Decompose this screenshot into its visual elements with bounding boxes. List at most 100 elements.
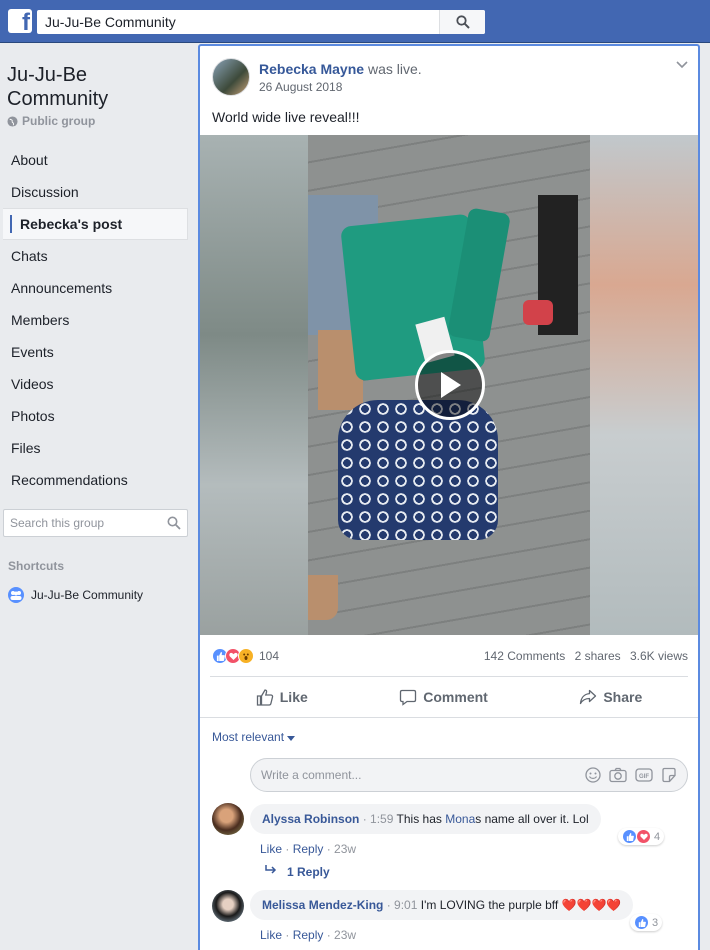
- commenter-name[interactable]: Alyssa Robinson: [262, 812, 359, 826]
- reply-arrow-icon: [265, 865, 277, 874]
- dot-separator: ·: [282, 928, 293, 942]
- comments-section: Most relevant Write a comment... GIF Aly…: [200, 717, 698, 950]
- thumbs-up-icon: [256, 688, 273, 706]
- comment-bubble: Alyssa Robinson · 1:59 This has Monas na…: [250, 804, 601, 834]
- post-stats: 104 142 Comments 2 shares 3.6K views: [212, 646, 688, 666]
- sticker-icon[interactable]: [661, 767, 677, 783]
- share-button[interactable]: Share: [579, 689, 642, 705]
- comment-like-link[interactable]: Like: [260, 928, 282, 942]
- shortcut-group-link[interactable]: Ju-Ju-Be Community: [8, 587, 143, 603]
- comment-button[interactable]: Comment: [399, 689, 488, 706]
- caret-down-icon: [287, 736, 296, 741]
- heart-emoji-icon: ❤️❤️❤️❤️: [561, 898, 622, 912]
- nav-label: Announcements: [11, 280, 113, 296]
- group-icon: [8, 587, 24, 603]
- gif-label: GIF: [639, 774, 649, 780]
- post-options-chevron-icon[interactable]: [676, 58, 688, 72]
- comment-video-time-separator: ·: [386, 898, 395, 912]
- nav-current-post[interactable]: Rebecka's post: [3, 208, 188, 240]
- nav-announcements[interactable]: Announcements: [3, 272, 188, 304]
- like-button[interactable]: Like: [256, 688, 308, 706]
- logo-letter: f: [22, 9, 30, 33]
- like-label: Like: [279, 689, 308, 705]
- comment-like-link[interactable]: Like: [260, 842, 282, 856]
- nav-label: Rebecka's post: [20, 216, 123, 232]
- nav-photos[interactable]: Photos: [3, 400, 188, 432]
- comment-mention[interactable]: Mona: [445, 812, 475, 826]
- post-date[interactable]: 26 August 2018: [259, 80, 422, 94]
- comment-input[interactable]: Write a comment... GIF: [250, 758, 688, 792]
- nav-discussion[interactable]: Discussion: [3, 176, 188, 208]
- commenter-name[interactable]: Melissa Mendez-King: [262, 898, 383, 912]
- commenter-avatar[interactable]: [212, 803, 244, 835]
- nav-label: About: [11, 152, 48, 168]
- reaction-count: 104: [259, 649, 280, 663]
- replies-count: 1 Reply: [287, 865, 330, 879]
- nav-events[interactable]: Events: [3, 336, 188, 368]
- comment-text-after: s name all over it. Lol: [475, 812, 589, 826]
- post-card: Rebecka Mayne was live. 26 August 2018 W…: [198, 44, 700, 950]
- nav-about[interactable]: About: [3, 144, 188, 176]
- comment-reply-link[interactable]: Reply: [293, 928, 324, 942]
- group-title[interactable]: Ju-Ju-Be Community: [7, 63, 187, 111]
- comment-age[interactable]: 23w: [334, 928, 356, 942]
- nav-members[interactable]: Members: [3, 304, 188, 336]
- globe-icon: [7, 115, 18, 127]
- nav-label: Members: [11, 312, 70, 328]
- nav-videos[interactable]: Videos: [3, 368, 188, 400]
- gif-icon[interactable]: GIF: [635, 767, 653, 783]
- comment-video-time-separator: ·: [362, 812, 371, 826]
- author-name[interactable]: Rebecka Mayne: [259, 61, 364, 77]
- comment-reactions[interactable]: 4: [618, 828, 665, 845]
- play-button[interactable]: [415, 350, 485, 420]
- search-button[interactable]: [439, 10, 485, 34]
- post-actions: Like Comment Share: [210, 676, 688, 718]
- nav-label: Videos: [11, 376, 54, 392]
- view-replies-link[interactable]: 1 Reply: [265, 865, 330, 879]
- dot-separator: ·: [323, 928, 335, 942]
- like-reaction-icon: [622, 829, 637, 844]
- nav-label: Recommendations: [11, 472, 128, 488]
- comment-reactions[interactable]: 3: [630, 914, 663, 931]
- video-scene-foot: [308, 575, 338, 620]
- video-player[interactable]: [200, 135, 698, 635]
- dot-separator: ·: [282, 842, 293, 856]
- dot-separator: ·: [323, 842, 335, 856]
- search-box[interactable]: Ju-Ju-Be Community: [37, 10, 485, 34]
- comment-age[interactable]: 23w: [334, 842, 356, 856]
- group-privacy: Public group: [7, 114, 95, 128]
- share-arrow-icon: [580, 689, 597, 705]
- reaction-summary[interactable]: 104: [212, 648, 279, 664]
- engagement-counts: 142 Comments 2 shares 3.6K views: [478, 649, 688, 663]
- comment-actions: Like · Reply · 23w: [260, 842, 356, 856]
- video-blur-right: [590, 135, 698, 635]
- comment-reaction-count: 4: [654, 830, 661, 843]
- shares-count[interactable]: 2 shares: [575, 649, 621, 663]
- comment-text-before: This has: [396, 812, 446, 826]
- nav-recommendations[interactable]: Recommendations: [3, 464, 188, 496]
- comment-video-time[interactable]: 9:01: [394, 898, 417, 912]
- post-header: Rebecka Mayne was live. 26 August 2018: [212, 58, 422, 96]
- nav-files[interactable]: Files: [3, 432, 188, 464]
- video-scene-navy-bag: [338, 400, 498, 540]
- comment-reply-link[interactable]: Reply: [293, 842, 324, 856]
- wow-reaction-icon: [238, 648, 254, 664]
- love-reaction-icon: [636, 829, 651, 844]
- comment-sort-dropdown[interactable]: Most relevant: [212, 730, 296, 744]
- author-avatar[interactable]: [212, 58, 250, 96]
- emoji-icon[interactable]: [585, 767, 601, 783]
- facebook-logo-icon[interactable]: f: [8, 9, 32, 33]
- nav-label: Photos: [11, 408, 55, 424]
- nav-label: Events: [11, 344, 54, 360]
- search-input[interactable]: Ju-Ju-Be Community: [37, 14, 439, 30]
- comment-input-icons: GIF: [585, 767, 677, 783]
- search-icon[interactable]: [167, 516, 181, 530]
- comments-count[interactable]: 142 Comments: [484, 649, 565, 663]
- commenter-avatar[interactable]: [212, 890, 244, 922]
- nav-chats[interactable]: Chats: [3, 240, 188, 272]
- group-search-input[interactable]: Search this group: [3, 509, 188, 537]
- comment-video-time[interactable]: 1:59: [370, 812, 393, 826]
- search-icon: [455, 15, 470, 29]
- comment-icon: [400, 689, 417, 706]
- camera-icon[interactable]: [609, 767, 627, 783]
